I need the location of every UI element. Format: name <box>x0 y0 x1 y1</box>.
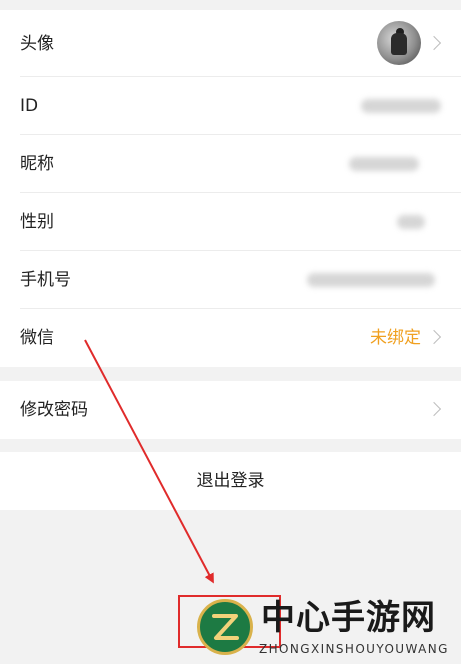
watermark-subtitle: ZHONGXINSHOUYOUWANG <box>259 642 449 656</box>
avatar[interactable] <box>377 21 421 65</box>
phone-label: 手机号 <box>20 270 71 290</box>
id-label: ID <box>20 96 39 116</box>
logout-card: 退出登录 <box>0 452 461 510</box>
change-password-label: 修改密码 <box>20 400 88 420</box>
wechat-status: 未绑定 <box>370 328 421 348</box>
chevron-right-icon <box>426 329 442 345</box>
phone-value-blurred <box>307 273 435 287</box>
password-card: 修改密码 <box>0 381 461 439</box>
nickname-label: 昵称 <box>20 154 54 174</box>
logout-label: 退出登录 <box>196 471 265 491</box>
avatar-row[interactable]: 头像 <box>0 10 461 77</box>
wechat-row[interactable]: 微信 未绑定 <box>0 309 461 367</box>
avatar-figure-body <box>391 33 407 55</box>
chevron-right-icon <box>426 401 442 417</box>
chevron-right-icon <box>426 35 442 51</box>
profile-info-card: 头像 ID 昵称 性别 手机号 微信 未绑定 <box>0 10 461 367</box>
nickname-value-blurred <box>349 157 419 171</box>
site-logo-icon <box>197 599 253 655</box>
wechat-label: 微信 <box>20 328 54 348</box>
gender-label: 性别 <box>20 212 54 232</box>
phone-row[interactable]: 手机号 <box>0 251 461 309</box>
id-value-blurred <box>361 99 441 113</box>
gender-row[interactable]: 性别 <box>0 193 461 251</box>
id-row: ID <box>0 77 461 135</box>
gender-value-blurred <box>397 215 425 229</box>
site-watermark: 中心手游网 ZHONGXINSHOUYOUWANG <box>193 596 461 664</box>
nickname-row[interactable]: 昵称 <box>0 135 461 193</box>
watermark-title: 中心手游网 <box>261 598 436 638</box>
logout-button[interactable]: 退出登录 <box>0 452 461 510</box>
change-password-row[interactable]: 修改密码 <box>0 381 461 439</box>
avatar-label: 头像 <box>20 34 54 54</box>
